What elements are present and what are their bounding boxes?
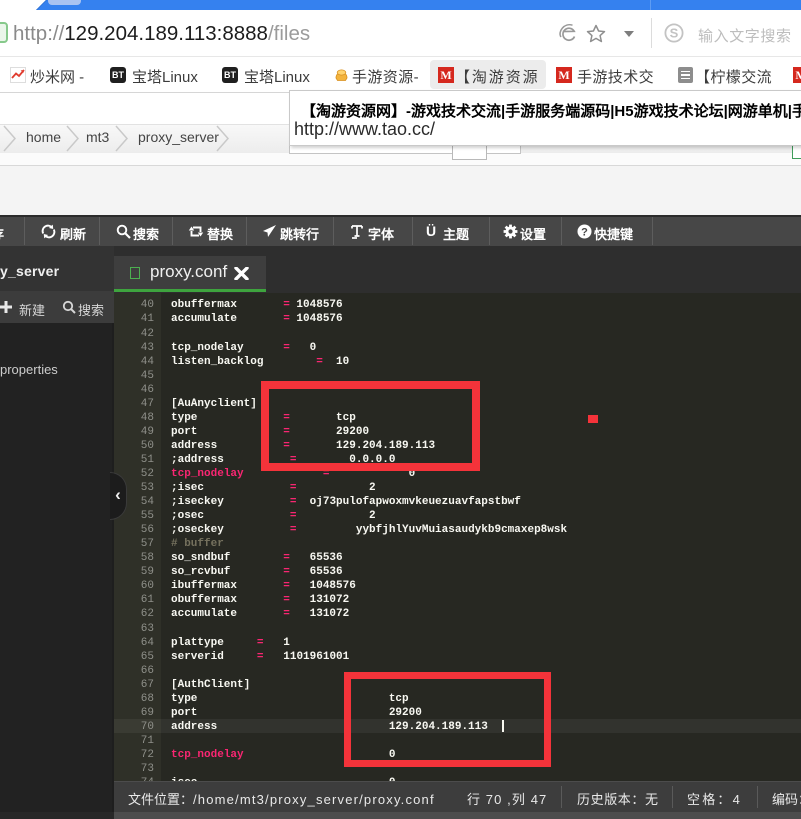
svg-text:S: S	[670, 26, 679, 41]
svg-text:?: ?	[581, 226, 588, 238]
